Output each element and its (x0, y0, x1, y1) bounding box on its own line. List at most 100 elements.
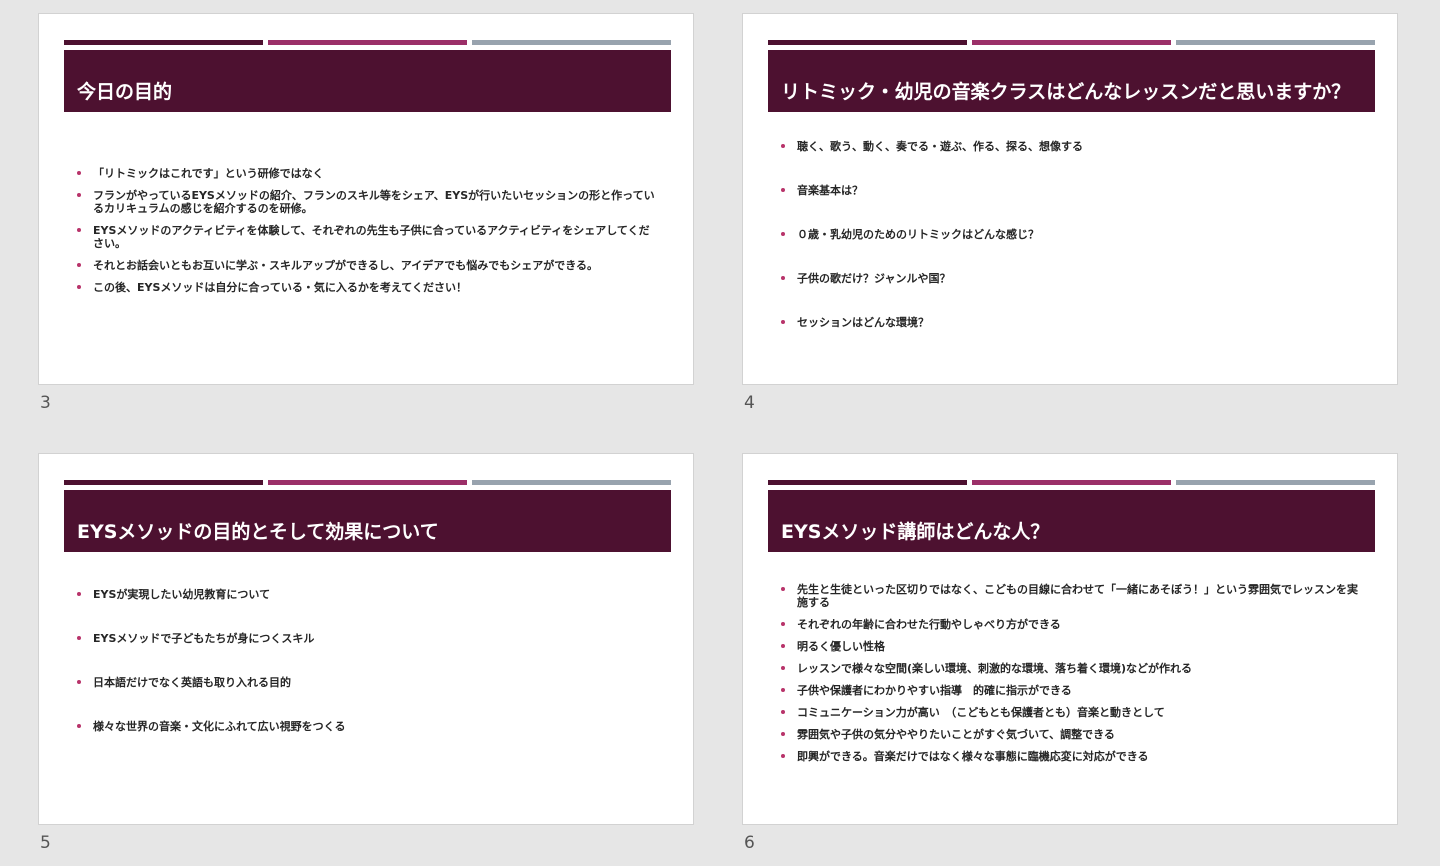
accent-bars (64, 480, 671, 485)
bullet-dot-icon (781, 587, 785, 591)
bullet-item: 即興ができる。音楽だけではなく様々な事態に臨機応変に対応ができる (779, 750, 1359, 763)
slide-cell-5: EYSメソッドの目的とそして効果について EYSが実現したい幼児教育について E… (38, 453, 698, 866)
slide-number-label: 5 (40, 833, 51, 853)
accent-bar (768, 40, 967, 45)
bullet-item: EYSが実現したい幼児教育について (75, 588, 655, 601)
accent-bar (1176, 40, 1375, 45)
bullet-dot-icon (77, 263, 81, 267)
bullet-text: 即興ができる。音楽だけではなく様々な事態に臨機応変に対応ができる (797, 750, 1149, 763)
bullet-dot-icon (77, 193, 81, 197)
slide-title: リトミック・幼児の音楽クラスはどんなレッスンだと思いますか？ (768, 50, 1375, 112)
bullet-item: 日本語だけでなく英語も取り入れる目的 (75, 676, 655, 689)
bullet-text: それとお話会いともお互いに学ぶ・スキルアップができるし、アイデアでも悩みでもシェ… (93, 259, 599, 272)
bullet-text: 子供の歌だけ？ジャンルや国？ (797, 272, 951, 285)
bullet-dot-icon (781, 644, 785, 648)
bullet-dot-icon (781, 320, 785, 324)
accent-bar (64, 480, 263, 485)
accent-bar (472, 480, 671, 485)
bullet-item: 音楽基本は？ (779, 184, 1359, 197)
accent-bar (972, 40, 1171, 45)
bullet-item: EYSメソッドのアクティビティを体験して、それぞれの先生も子供に合っているアクテ… (75, 224, 655, 250)
bullet-item: 聴く、歌う、動く、奏でる・遊ぶ、作る、探る、想像する (779, 140, 1359, 153)
bullet-text: 日本語だけでなく英語も取り入れる目的 (93, 676, 291, 689)
bullet-text: 音楽基本は？ (797, 184, 863, 197)
bullet-text: 「リトミックはこれです」という研修ではなく (93, 167, 324, 180)
bullet-dot-icon (77, 592, 81, 596)
slide-title: EYSメソッド講師はどんな人？ (768, 490, 1375, 552)
bullet-item: それとお話会いともお互いに学ぶ・スキルアップができるし、アイデアでも悩みでもシェ… (75, 259, 655, 272)
bullet-item: セッションはどんな環境？ (779, 316, 1359, 329)
bullet-text: ０歳・乳幼児のためのリトミックはどんな感じ？ (797, 228, 1039, 241)
accent-bar (472, 40, 671, 45)
bullet-text: EYSが実現したい幼児教育について (93, 588, 271, 601)
bullet-text: EYSメソッドで子どもたちが身につくスキル (93, 632, 315, 645)
bullet-item: それぞれの年齢に合わせた行動やしゃべり方ができる (779, 618, 1359, 631)
bullet-text: コミュニケーション力が高い （こどもとも保護者とも）音楽と動きとして (797, 706, 1165, 719)
accent-bars (64, 40, 671, 45)
bullet-dot-icon (77, 680, 81, 684)
bullet-dot-icon (781, 688, 785, 692)
bullet-item: コミュニケーション力が高い （こどもとも保護者とも）音楽と動きとして (779, 706, 1359, 719)
bullet-text: 先生と生徒といった区切りではなく、こどもの目線に合わせて「一緒にあそぼう！」とい… (797, 583, 1358, 609)
bullet-text: 雰囲気や子供の気分ややりたいことがすぐ気づいて、調整できる (797, 728, 1115, 741)
bullet-list: 聴く、歌う、動く、奏でる・遊ぶ、作る、探る、想像する 音楽基本は？ ０歳・乳幼児… (779, 140, 1359, 360)
bullet-dot-icon (781, 144, 785, 148)
bullet-dot-icon (781, 710, 785, 714)
bullet-item: 子供の歌だけ？ジャンルや国？ (779, 272, 1359, 285)
bullet-text: フランがやっているEYSメソッドの紹介、フランのスキル等をシェア、EYSが行いた… (93, 189, 655, 215)
bullet-item: 子供や保護者にわかりやすい指導 的確に指示ができる (779, 684, 1359, 697)
bullet-text: 様々な世界の音楽・文化にふれて広い視野をつくる (93, 720, 346, 733)
slide-thumbnail-6[interactable]: EYSメソッド講師はどんな人？ 先生と生徒といった区切りではなく、こどもの目線に… (742, 453, 1398, 825)
slide-thumbnail-5[interactable]: EYSメソッドの目的とそして効果について EYSが実現したい幼児教育について E… (38, 453, 694, 825)
bullet-list: EYSが実現したい幼児教育について EYSメソッドで子どもたちが身につくスキル … (75, 588, 655, 764)
bullet-list: 「リトミックはこれです」という研修ではなく フランがやっているEYSメソッドの紹… (75, 167, 655, 303)
slide-title: EYSメソッドの目的とそして効果について (64, 490, 671, 552)
slide-sorter: 今日の目的 「リトミックはこれです」という研修ではなく フランがやっているEYS… (0, 0, 1440, 866)
bullet-item: 明るく優しい性格 (779, 640, 1359, 653)
slide-number-label: 3 (40, 393, 51, 413)
bullet-dot-icon (77, 171, 81, 175)
accent-bar (64, 40, 263, 45)
bullet-text: 明るく優しい性格 (797, 640, 885, 653)
bullet-text: 聴く、歌う、動く、奏でる・遊ぶ、作る、探る、想像する (797, 140, 1083, 153)
bullet-item: 様々な世界の音楽・文化にふれて広い視野をつくる (75, 720, 655, 733)
slide-cell-3: 今日の目的 「リトミックはこれです」という研修ではなく フランがやっているEYS… (38, 13, 698, 433)
bullet-dot-icon (781, 276, 785, 280)
bullet-item: レッスンで様々な空間(楽しい環境、刺激的な環境、落ち着く環境)などが作れる (779, 662, 1359, 675)
accent-bar (972, 480, 1171, 485)
bullet-item: ０歳・乳幼児のためのリトミックはどんな感じ？ (779, 228, 1359, 241)
slide-thumbnail-3[interactable]: 今日の目的 「リトミックはこれです」という研修ではなく フランがやっているEYS… (38, 13, 694, 385)
accent-bars (768, 40, 1375, 45)
slide-cell-6: EYSメソッド講師はどんな人？ 先生と生徒といった区切りではなく、こどもの目線に… (742, 453, 1402, 866)
bullet-item: 「リトミックはこれです」という研修ではなく (75, 167, 655, 180)
bullet-dot-icon (781, 232, 785, 236)
bullet-text: それぞれの年齢に合わせた行動やしゃべり方ができる (797, 618, 1061, 631)
bullet-item: 雰囲気や子供の気分ややりたいことがすぐ気づいて、調整できる (779, 728, 1359, 741)
bullet-text: セッションはどんな環境？ (797, 316, 929, 329)
slide-number-label: 6 (744, 833, 755, 853)
bullet-text: 子供や保護者にわかりやすい指導 的確に指示ができる (797, 684, 1072, 697)
bullet-dot-icon (77, 285, 81, 289)
bullet-dot-icon (77, 228, 81, 232)
accent-bar (268, 40, 467, 45)
bullet-list: 先生と生徒といった区切りではなく、こどもの目線に合わせて「一緒にあそぼう！」とい… (779, 583, 1359, 772)
bullet-dot-icon (781, 188, 785, 192)
bullet-item: この後、EYSメソッドは自分に合っている・気に入るかを考えてください！ (75, 281, 655, 294)
accent-bars (768, 480, 1375, 485)
bullet-item: 先生と生徒といった区切りではなく、こどもの目線に合わせて「一緒にあそぼう！」とい… (779, 583, 1359, 609)
bullet-dot-icon (781, 732, 785, 736)
slide-thumbnail-4[interactable]: リトミック・幼児の音楽クラスはどんなレッスンだと思いますか？ 聴く、歌う、動く、… (742, 13, 1398, 385)
bullet-dot-icon (781, 666, 785, 670)
accent-bar (768, 480, 967, 485)
bullet-item: EYSメソッドで子どもたちが身につくスキル (75, 632, 655, 645)
slide-number-label: 4 (744, 393, 755, 413)
bullet-text: レッスンで様々な空間(楽しい環境、刺激的な環境、落ち着く環境)などが作れる (797, 662, 1193, 675)
bullet-dot-icon (77, 724, 81, 728)
bullet-text: この後、EYSメソッドは自分に合っている・気に入るかを考えてください！ (93, 281, 467, 294)
accent-bar (1176, 480, 1375, 485)
bullet-dot-icon (77, 636, 81, 640)
slide-cell-4: リトミック・幼児の音楽クラスはどんなレッスンだと思いますか？ 聴く、歌う、動く、… (742, 13, 1402, 433)
bullet-dot-icon (781, 622, 785, 626)
bullet-item: フランがやっているEYSメソッドの紹介、フランのスキル等をシェア、EYSが行いた… (75, 189, 655, 215)
bullet-text: EYSメソッドのアクティビティを体験して、それぞれの先生も子供に合っているアクテ… (93, 224, 650, 250)
